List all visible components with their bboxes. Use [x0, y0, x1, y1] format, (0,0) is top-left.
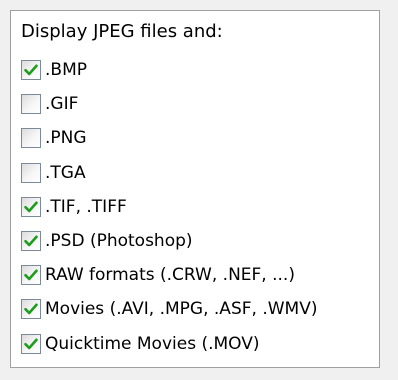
checkbox[interactable]: [21, 60, 41, 81]
option-psd[interactable]: .PSD (Photoshop): [21, 224, 317, 258]
option-label: Movies (.AVI, .MPG, .ASF, .WMV): [45, 299, 318, 320]
checkbox[interactable]: [21, 94, 41, 115]
option-label: Quicktime Movies (.MOV): [45, 333, 260, 354]
file-types-panel: Display JPEG files and: .BMP .GIF .PNG .…: [10, 10, 380, 368]
option-label: .TIF, .TIFF: [45, 196, 127, 217]
option-label: .TGA: [45, 162, 86, 183]
option-png[interactable]: .PNG: [21, 121, 317, 155]
file-type-options: .BMP .GIF .PNG .TGA .TIF, .TIFF .PSD (Ph…: [21, 53, 317, 361]
option-bmp[interactable]: .BMP: [21, 53, 317, 87]
option-tga[interactable]: .TGA: [21, 156, 317, 190]
checkmark-icon: [24, 201, 38, 213]
checkbox[interactable]: [21, 128, 41, 149]
checkbox[interactable]: [21, 265, 41, 286]
option-gif[interactable]: .GIF: [21, 87, 317, 121]
checkmark-icon: [24, 64, 38, 76]
option-movies[interactable]: Movies (.AVI, .MPG, .ASF, .WMV): [21, 292, 317, 326]
checkbox[interactable]: [21, 333, 41, 354]
option-label: .BMP: [45, 60, 87, 81]
option-label: .GIF: [45, 94, 79, 115]
option-label: .PNG: [45, 128, 87, 149]
checkmark-icon: [24, 235, 38, 247]
checkbox[interactable]: [21, 231, 41, 252]
panel-heading: Display JPEG files and:: [21, 21, 223, 42]
option-label: .PSD (Photoshop): [45, 231, 193, 252]
checkmark-icon: [24, 269, 38, 281]
option-raw[interactable]: RAW formats (.CRW, .NEF, ...): [21, 258, 317, 292]
checkbox[interactable]: [21, 299, 41, 320]
option-tif[interactable]: .TIF, .TIFF: [21, 190, 317, 224]
option-label: RAW formats (.CRW, .NEF, ...): [45, 265, 295, 286]
checkbox[interactable]: [21, 196, 41, 217]
checkmark-icon: [24, 303, 38, 315]
option-quicktime[interactable]: Quicktime Movies (.MOV): [21, 327, 317, 361]
checkbox[interactable]: [21, 162, 41, 183]
checkmark-icon: [24, 338, 38, 349]
